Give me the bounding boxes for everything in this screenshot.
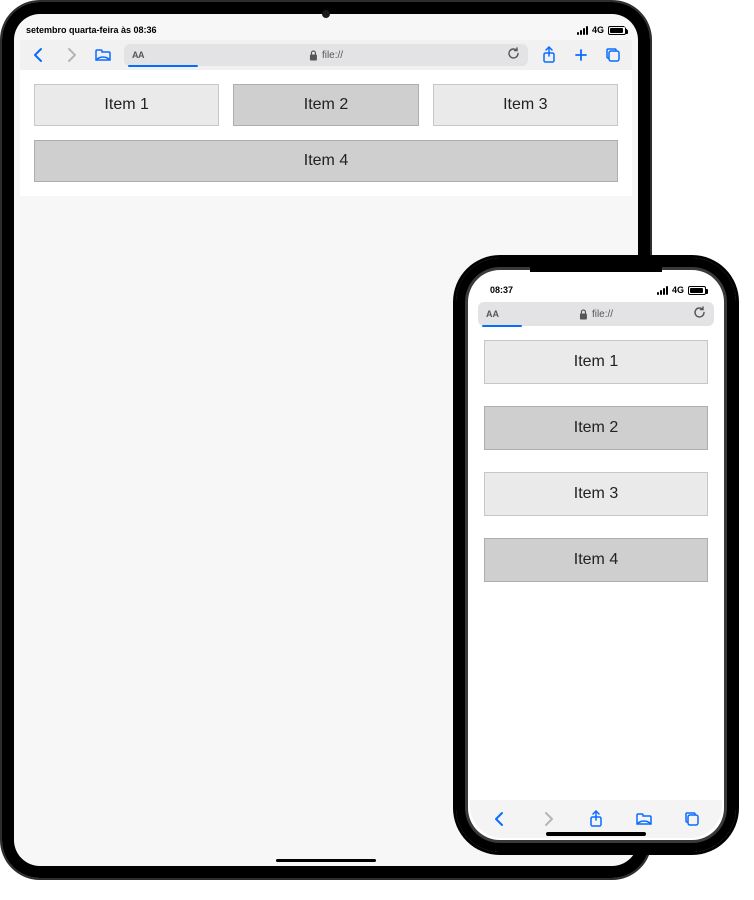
back-button[interactable] xyxy=(28,44,50,66)
ipad-camera-icon xyxy=(322,10,330,18)
ipad-browser-toolbar: AA file:// xyxy=(20,40,632,70)
signal-icon xyxy=(577,26,588,35)
item-label: Item 3 xyxy=(503,96,547,114)
signal-icon xyxy=(657,286,668,295)
list-item[interactable]: Item 1 xyxy=(484,340,708,384)
reload-button[interactable] xyxy=(693,306,706,322)
iphone-url-scheme: file:// xyxy=(592,309,613,320)
ipad-status-datetime: setembro quarta-feira às 08:36 xyxy=(26,25,157,35)
item-label: Item 2 xyxy=(574,419,618,437)
iphone-status-network: 4G xyxy=(672,285,684,295)
share-button[interactable] xyxy=(585,808,607,830)
forward-button xyxy=(60,44,82,66)
iphone-home-indicator xyxy=(546,832,646,836)
lock-icon xyxy=(579,309,588,320)
battery-icon xyxy=(608,26,626,35)
url-loading-indicator xyxy=(128,65,198,67)
bookmarks-button[interactable] xyxy=(633,808,655,830)
new-tab-button[interactable] xyxy=(570,44,592,66)
iphone-screen: 08:37 4G AA file:// Item 1 Item 2 Item 3… xyxy=(470,272,722,838)
ipad-row-1: Item 1 Item 2 Item 3 xyxy=(34,84,618,126)
iphone-device: 08:37 4G AA file:// Item 1 Item 2 Item 3… xyxy=(456,258,736,852)
reload-button[interactable] xyxy=(507,47,520,63)
ipad-status-bar: setembro quarta-feira às 08:36 4G xyxy=(20,20,632,40)
tabs-button[interactable] xyxy=(602,44,624,66)
share-button[interactable] xyxy=(538,44,560,66)
ipad-url-scheme: file:// xyxy=(322,50,343,61)
battery-icon xyxy=(688,286,706,295)
iphone-url-bar[interactable]: AA file:// xyxy=(478,302,714,326)
list-item[interactable]: Item 4 xyxy=(34,140,618,182)
item-label: Item 1 xyxy=(104,96,148,114)
list-item[interactable]: Item 1 xyxy=(34,84,219,126)
back-button[interactable] xyxy=(489,808,511,830)
item-label: Item 2 xyxy=(304,96,348,114)
list-item[interactable]: Item 2 xyxy=(484,406,708,450)
forward-button xyxy=(537,808,559,830)
ipad-row-2: Item 4 xyxy=(34,140,618,182)
item-label: Item 3 xyxy=(574,485,618,503)
iphone-status-bar: 08:37 4G xyxy=(470,272,722,296)
tabs-button[interactable] xyxy=(681,808,703,830)
bookmarks-button[interactable] xyxy=(92,44,114,66)
item-label: Item 4 xyxy=(304,152,348,170)
ipad-url-bar[interactable]: AA file:// xyxy=(124,44,528,66)
ipad-status-network: 4G xyxy=(592,25,604,35)
list-item[interactable]: Item 3 xyxy=(433,84,618,126)
ipad-page-content: Item 1 Item 2 Item 3 Item 4 xyxy=(20,70,632,196)
ipad-home-indicator xyxy=(276,859,376,862)
iphone-page-content: Item 1 Item 2 Item 3 Item 4 xyxy=(470,326,722,800)
list-item[interactable]: Item 2 xyxy=(233,84,418,126)
reader-aa-button[interactable]: AA xyxy=(132,50,144,60)
iphone-status-time: 08:37 xyxy=(490,285,513,295)
list-item[interactable]: Item 4 xyxy=(484,538,708,582)
reader-aa-button[interactable]: AA xyxy=(486,309,499,319)
item-label: Item 4 xyxy=(574,551,618,569)
lock-icon xyxy=(309,50,318,61)
url-loading-indicator xyxy=(482,325,522,327)
list-item[interactable]: Item 3 xyxy=(484,472,708,516)
item-label: Item 1 xyxy=(574,353,618,371)
